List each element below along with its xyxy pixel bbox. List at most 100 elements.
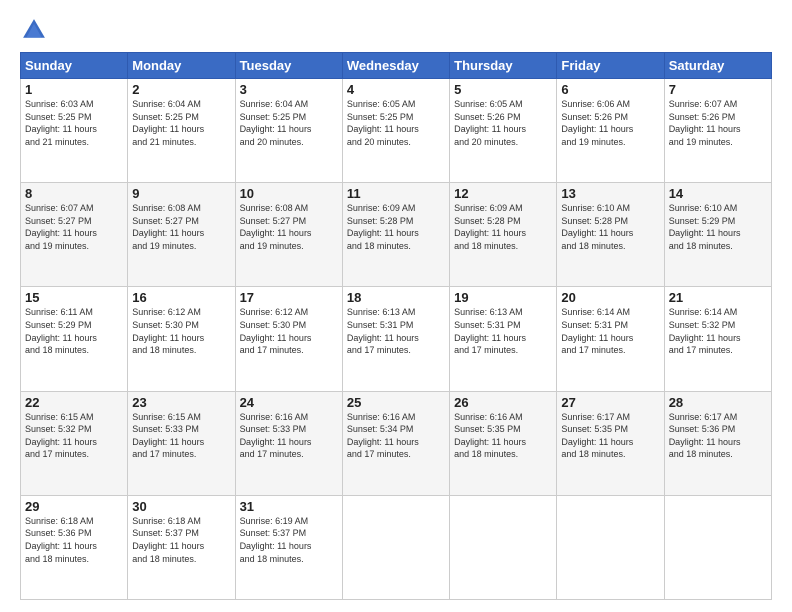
- day-number: 26: [454, 395, 552, 410]
- calendar-cell: 27Sunrise: 6:17 AMSunset: 5:35 PMDayligh…: [557, 391, 664, 495]
- calendar-cell: 5Sunrise: 6:05 AMSunset: 5:26 PMDaylight…: [450, 79, 557, 183]
- day-info: Sunrise: 6:12 AMSunset: 5:30 PMDaylight:…: [240, 306, 338, 356]
- calendar-cell: 4Sunrise: 6:05 AMSunset: 5:25 PMDaylight…: [342, 79, 449, 183]
- day-number: 4: [347, 82, 445, 97]
- calendar-cell: [557, 495, 664, 599]
- calendar-header-cell: Friday: [557, 53, 664, 79]
- day-info: Sunrise: 6:17 AMSunset: 5:36 PMDaylight:…: [669, 411, 767, 461]
- calendar-cell: 7Sunrise: 6:07 AMSunset: 5:26 PMDaylight…: [664, 79, 771, 183]
- day-info: Sunrise: 6:04 AMSunset: 5:25 PMDaylight:…: [240, 98, 338, 148]
- day-number: 10: [240, 186, 338, 201]
- day-number: 12: [454, 186, 552, 201]
- day-info: Sunrise: 6:13 AMSunset: 5:31 PMDaylight:…: [454, 306, 552, 356]
- calendar-cell: 11Sunrise: 6:09 AMSunset: 5:28 PMDayligh…: [342, 183, 449, 287]
- day-number: 14: [669, 186, 767, 201]
- calendar-cell: 16Sunrise: 6:12 AMSunset: 5:30 PMDayligh…: [128, 287, 235, 391]
- day-number: 16: [132, 290, 230, 305]
- day-number: 11: [347, 186, 445, 201]
- day-number: 13: [561, 186, 659, 201]
- day-info: Sunrise: 6:06 AMSunset: 5:26 PMDaylight:…: [561, 98, 659, 148]
- day-info: Sunrise: 6:15 AMSunset: 5:32 PMDaylight:…: [25, 411, 123, 461]
- page: SundayMondayTuesdayWednesdayThursdayFrid…: [0, 0, 792, 612]
- day-info: Sunrise: 6:11 AMSunset: 5:29 PMDaylight:…: [25, 306, 123, 356]
- calendar-cell: 1Sunrise: 6:03 AMSunset: 5:25 PMDaylight…: [21, 79, 128, 183]
- calendar-cell: 23Sunrise: 6:15 AMSunset: 5:33 PMDayligh…: [128, 391, 235, 495]
- calendar-cell: 31Sunrise: 6:19 AMSunset: 5:37 PMDayligh…: [235, 495, 342, 599]
- day-info: Sunrise: 6:08 AMSunset: 5:27 PMDaylight:…: [132, 202, 230, 252]
- day-info: Sunrise: 6:16 AMSunset: 5:34 PMDaylight:…: [347, 411, 445, 461]
- day-number: 9: [132, 186, 230, 201]
- calendar-cell: 13Sunrise: 6:10 AMSunset: 5:28 PMDayligh…: [557, 183, 664, 287]
- day-info: Sunrise: 6:18 AMSunset: 5:36 PMDaylight:…: [25, 515, 123, 565]
- day-info: Sunrise: 6:17 AMSunset: 5:35 PMDaylight:…: [561, 411, 659, 461]
- calendar-header-cell: Thursday: [450, 53, 557, 79]
- calendar-cell: 22Sunrise: 6:15 AMSunset: 5:32 PMDayligh…: [21, 391, 128, 495]
- day-number: 23: [132, 395, 230, 410]
- calendar-header-cell: Sunday: [21, 53, 128, 79]
- day-info: Sunrise: 6:07 AMSunset: 5:27 PMDaylight:…: [25, 202, 123, 252]
- calendar-cell: 26Sunrise: 6:16 AMSunset: 5:35 PMDayligh…: [450, 391, 557, 495]
- day-number: 31: [240, 499, 338, 514]
- calendar-week-row: 22Sunrise: 6:15 AMSunset: 5:32 PMDayligh…: [21, 391, 772, 495]
- calendar-cell: [342, 495, 449, 599]
- calendar-cell: 9Sunrise: 6:08 AMSunset: 5:27 PMDaylight…: [128, 183, 235, 287]
- day-info: Sunrise: 6:09 AMSunset: 5:28 PMDaylight:…: [454, 202, 552, 252]
- logo: [20, 16, 52, 44]
- calendar-cell: 10Sunrise: 6:08 AMSunset: 5:27 PMDayligh…: [235, 183, 342, 287]
- day-info: Sunrise: 6:14 AMSunset: 5:31 PMDaylight:…: [561, 306, 659, 356]
- calendar-header-row: SundayMondayTuesdayWednesdayThursdayFrid…: [21, 53, 772, 79]
- day-number: 19: [454, 290, 552, 305]
- day-info: Sunrise: 6:09 AMSunset: 5:28 PMDaylight:…: [347, 202, 445, 252]
- calendar-cell: 25Sunrise: 6:16 AMSunset: 5:34 PMDayligh…: [342, 391, 449, 495]
- calendar-cell: 3Sunrise: 6:04 AMSunset: 5:25 PMDaylight…: [235, 79, 342, 183]
- day-number: 27: [561, 395, 659, 410]
- day-info: Sunrise: 6:14 AMSunset: 5:32 PMDaylight:…: [669, 306, 767, 356]
- day-info: Sunrise: 6:07 AMSunset: 5:26 PMDaylight:…: [669, 98, 767, 148]
- calendar-cell: 20Sunrise: 6:14 AMSunset: 5:31 PMDayligh…: [557, 287, 664, 391]
- day-info: Sunrise: 6:13 AMSunset: 5:31 PMDaylight:…: [347, 306, 445, 356]
- calendar-cell: 8Sunrise: 6:07 AMSunset: 5:27 PMDaylight…: [21, 183, 128, 287]
- calendar-cell: 29Sunrise: 6:18 AMSunset: 5:36 PMDayligh…: [21, 495, 128, 599]
- calendar-cell: 30Sunrise: 6:18 AMSunset: 5:37 PMDayligh…: [128, 495, 235, 599]
- day-info: Sunrise: 6:03 AMSunset: 5:25 PMDaylight:…: [25, 98, 123, 148]
- day-number: 1: [25, 82, 123, 97]
- day-info: Sunrise: 6:16 AMSunset: 5:35 PMDaylight:…: [454, 411, 552, 461]
- calendar-table: SundayMondayTuesdayWednesdayThursdayFrid…: [20, 52, 772, 600]
- day-info: Sunrise: 6:16 AMSunset: 5:33 PMDaylight:…: [240, 411, 338, 461]
- calendar-header-cell: Monday: [128, 53, 235, 79]
- day-number: 8: [25, 186, 123, 201]
- calendar-cell: 2Sunrise: 6:04 AMSunset: 5:25 PMDaylight…: [128, 79, 235, 183]
- day-number: 5: [454, 82, 552, 97]
- logo-icon: [20, 16, 48, 44]
- calendar-cell: [664, 495, 771, 599]
- calendar-body: 1Sunrise: 6:03 AMSunset: 5:25 PMDaylight…: [21, 79, 772, 600]
- day-info: Sunrise: 6:08 AMSunset: 5:27 PMDaylight:…: [240, 202, 338, 252]
- day-info: Sunrise: 6:10 AMSunset: 5:28 PMDaylight:…: [561, 202, 659, 252]
- calendar-cell: [450, 495, 557, 599]
- calendar-header-cell: Saturday: [664, 53, 771, 79]
- calendar-cell: 12Sunrise: 6:09 AMSunset: 5:28 PMDayligh…: [450, 183, 557, 287]
- day-info: Sunrise: 6:04 AMSunset: 5:25 PMDaylight:…: [132, 98, 230, 148]
- calendar-header-cell: Tuesday: [235, 53, 342, 79]
- day-number: 7: [669, 82, 767, 97]
- calendar-cell: 24Sunrise: 6:16 AMSunset: 5:33 PMDayligh…: [235, 391, 342, 495]
- calendar-cell: 14Sunrise: 6:10 AMSunset: 5:29 PMDayligh…: [664, 183, 771, 287]
- day-number: 6: [561, 82, 659, 97]
- header: [20, 16, 772, 44]
- day-number: 24: [240, 395, 338, 410]
- day-info: Sunrise: 6:10 AMSunset: 5:29 PMDaylight:…: [669, 202, 767, 252]
- day-info: Sunrise: 6:05 AMSunset: 5:26 PMDaylight:…: [454, 98, 552, 148]
- day-number: 20: [561, 290, 659, 305]
- calendar-cell: 6Sunrise: 6:06 AMSunset: 5:26 PMDaylight…: [557, 79, 664, 183]
- calendar-cell: 17Sunrise: 6:12 AMSunset: 5:30 PMDayligh…: [235, 287, 342, 391]
- calendar-cell: 15Sunrise: 6:11 AMSunset: 5:29 PMDayligh…: [21, 287, 128, 391]
- calendar-cell: 28Sunrise: 6:17 AMSunset: 5:36 PMDayligh…: [664, 391, 771, 495]
- day-number: 2: [132, 82, 230, 97]
- day-number: 18: [347, 290, 445, 305]
- calendar-cell: 19Sunrise: 6:13 AMSunset: 5:31 PMDayligh…: [450, 287, 557, 391]
- calendar-header-cell: Wednesday: [342, 53, 449, 79]
- day-number: 15: [25, 290, 123, 305]
- day-number: 29: [25, 499, 123, 514]
- day-number: 30: [132, 499, 230, 514]
- day-number: 28: [669, 395, 767, 410]
